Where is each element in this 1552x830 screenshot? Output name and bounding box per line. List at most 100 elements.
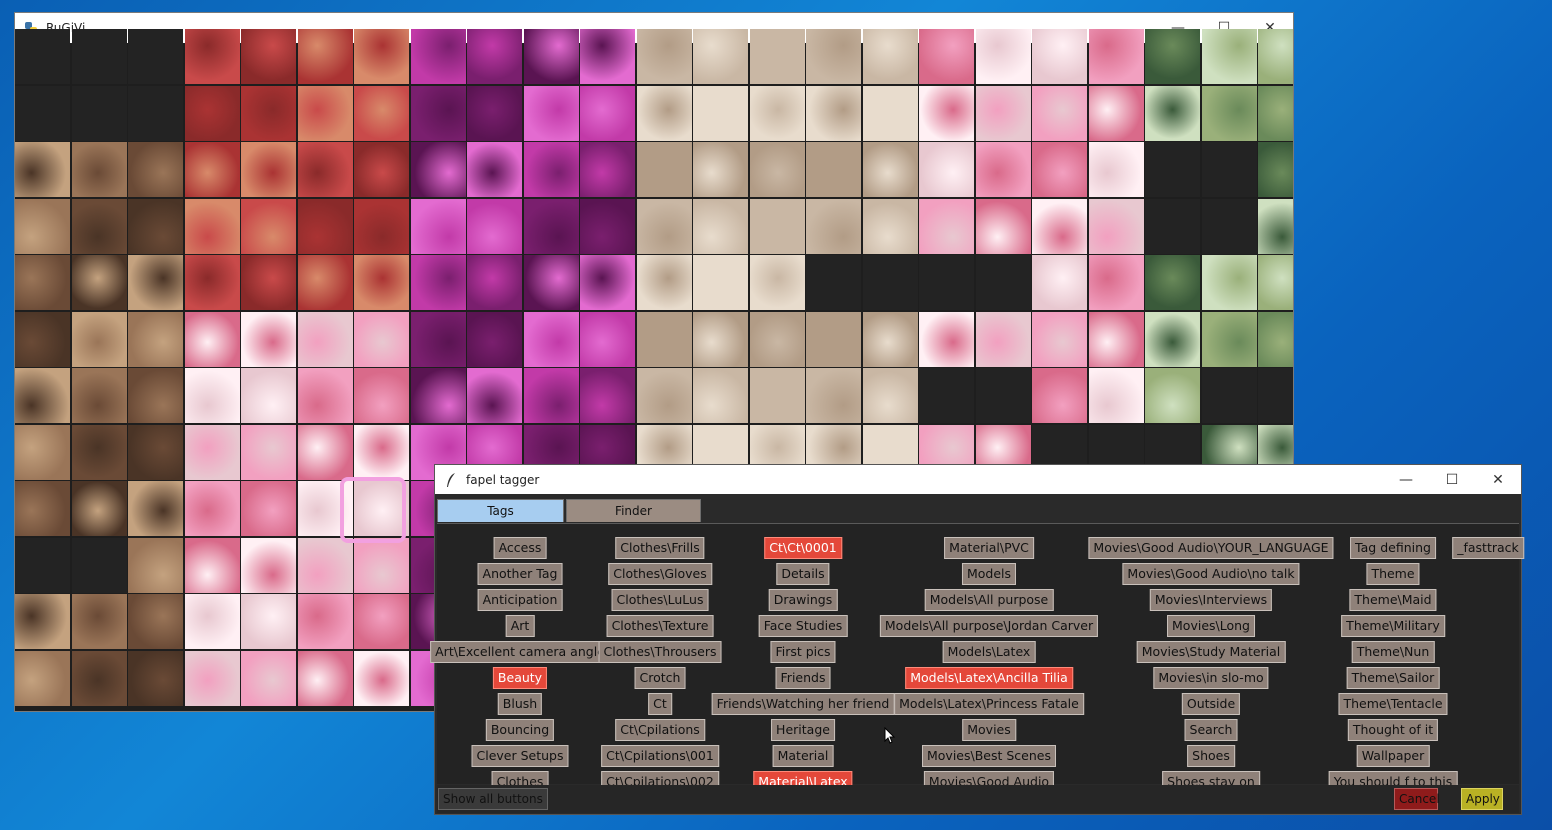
thumbnail[interactable] xyxy=(410,198,466,254)
cancel-button[interactable]: Cancel xyxy=(1394,788,1440,810)
thumbnail[interactable] xyxy=(184,142,240,197)
thumbnail[interactable] xyxy=(749,255,805,310)
thumbnail[interactable] xyxy=(297,594,353,649)
thumbnail[interactable] xyxy=(1145,29,1200,84)
tag-button[interactable]: Beauty xyxy=(492,667,548,689)
thumbnail[interactable] xyxy=(862,311,918,367)
thumbnail[interactable] xyxy=(71,424,127,480)
thumbnail[interactable] xyxy=(184,368,240,423)
thumbnail[interactable] xyxy=(806,368,861,423)
thumbnail[interactable] xyxy=(580,198,635,254)
thumbnail[interactable] xyxy=(749,368,805,423)
thumbnail[interactable] xyxy=(354,594,409,649)
thumbnail[interactable] xyxy=(749,29,805,84)
thumbnail[interactable] xyxy=(184,424,240,480)
thumbnail[interactable] xyxy=(580,142,635,197)
thumbnail[interactable] xyxy=(1201,142,1257,197)
thumbnail[interactable] xyxy=(128,424,183,480)
thumbnail[interactable] xyxy=(1201,255,1257,310)
show-all-buttons-button[interactable]: Show all buttons xyxy=(438,788,548,810)
tag-button[interactable]: Another Tag xyxy=(477,563,563,585)
tab-tags[interactable]: Tags xyxy=(437,499,564,522)
tag-button[interactable]: Drawings xyxy=(768,589,838,611)
tag-button[interactable]: Material xyxy=(772,745,834,767)
tag-button[interactable]: Wallpaper xyxy=(1356,745,1430,767)
thumbnail[interactable] xyxy=(580,311,635,367)
tag-button[interactable]: Outside xyxy=(1181,693,1241,715)
tag-button[interactable]: Models\All purpose\Jordan Carver xyxy=(879,615,1099,637)
thumbnail[interactable] xyxy=(410,255,466,310)
thumbnail[interactable] xyxy=(1088,85,1144,141)
thumbnail[interactable] xyxy=(71,650,127,706)
thumbnail[interactable] xyxy=(467,198,522,254)
tag-button[interactable]: Clothes\LuLus xyxy=(611,589,709,611)
thumbnail[interactable] xyxy=(297,29,353,84)
thumbnail[interactable] xyxy=(1258,311,1293,367)
thumbnail[interactable] xyxy=(806,311,861,367)
tagger-minimize-button[interactable]: — xyxy=(1383,465,1429,495)
thumbnail[interactable] xyxy=(15,368,70,423)
thumbnail[interactable] xyxy=(975,368,1031,423)
tag-button[interactable]: Movies\Long xyxy=(1167,615,1255,637)
thumbnail[interactable] xyxy=(71,255,127,310)
thumbnail[interactable] xyxy=(354,85,409,141)
thumbnail[interactable] xyxy=(1088,368,1144,423)
tag-button[interactable]: Heritage xyxy=(771,719,835,741)
tag-button[interactable]: Models\Latex\Princess Fatale xyxy=(894,693,1084,715)
thumbnail[interactable] xyxy=(636,368,692,423)
tag-button[interactable]: Models\Latex\Ancilla Tilia xyxy=(905,667,1073,689)
thumbnail[interactable] xyxy=(128,368,183,423)
tag-button[interactable]: Thought of it xyxy=(1347,719,1439,741)
thumbnail[interactable] xyxy=(919,85,974,141)
tag-button[interactable]: Bouncing xyxy=(485,719,555,741)
thumbnail[interactable] xyxy=(1032,198,1087,254)
thumbnail[interactable] xyxy=(862,198,918,254)
thumbnail[interactable] xyxy=(71,311,127,367)
tag-button[interactable]: Clothes\Gloves xyxy=(608,563,712,585)
tag-button[interactable]: _fasttrack xyxy=(1452,537,1524,559)
thumbnail[interactable] xyxy=(975,311,1031,367)
thumbnail[interactable] xyxy=(354,311,409,367)
tab-finder[interactable]: Finder xyxy=(566,499,701,522)
thumbnail[interactable] xyxy=(749,198,805,254)
thumbnail[interactable] xyxy=(128,537,183,593)
thumbnail[interactable] xyxy=(15,424,70,480)
thumbnail[interactable] xyxy=(580,29,635,84)
thumbnail[interactable] xyxy=(523,29,579,84)
tag-button[interactable]: Movies\Interviews xyxy=(1149,589,1273,611)
thumbnail[interactable] xyxy=(410,29,466,84)
thumbnail[interactable] xyxy=(693,142,748,197)
thumbnail[interactable] xyxy=(1145,311,1200,367)
thumbnail[interactable] xyxy=(1258,368,1293,423)
thumbnail[interactable] xyxy=(241,650,296,706)
thumbnail[interactable] xyxy=(15,594,70,649)
thumbnail[interactable] xyxy=(71,481,127,536)
thumbnail[interactable] xyxy=(1258,255,1293,310)
tag-button[interactable]: Art\Excellent camera angle xyxy=(430,641,610,663)
thumbnail[interactable] xyxy=(15,198,70,254)
thumbnail[interactable] xyxy=(410,142,466,197)
tag-button[interactable]: Models\Latex xyxy=(942,641,1036,663)
tag-button[interactable]: Tag defining xyxy=(1350,537,1436,559)
thumbnail[interactable] xyxy=(297,424,353,480)
thumbnail[interactable] xyxy=(15,311,70,367)
tag-button[interactable]: Movies\Good Audio\YOUR_LANGUAGE xyxy=(1088,537,1334,559)
thumbnail[interactable] xyxy=(1201,29,1257,84)
tag-button[interactable]: Theme\Tentacle xyxy=(1338,693,1448,715)
thumbnail[interactable] xyxy=(241,481,296,536)
thumbnail[interactable] xyxy=(806,255,861,310)
tag-button[interactable]: Ct xyxy=(648,693,672,715)
thumbnail[interactable] xyxy=(128,481,183,536)
thumbnail[interactable] xyxy=(919,142,974,197)
thumbnail[interactable] xyxy=(693,85,748,141)
thumbnail[interactable] xyxy=(636,29,692,84)
thumbnail[interactable] xyxy=(354,537,409,593)
thumbnail[interactable] xyxy=(15,255,70,310)
tagger-titlebar[interactable]: fapel tagger — ☐ ✕ xyxy=(435,465,1521,494)
thumbnail[interactable] xyxy=(862,255,918,310)
thumbnail[interactable] xyxy=(636,311,692,367)
tag-button[interactable]: Anticipation xyxy=(477,589,563,611)
tag-button[interactable]: Shoes xyxy=(1187,745,1235,767)
thumbnail[interactable] xyxy=(15,85,70,141)
tag-button[interactable]: Models xyxy=(961,563,1017,585)
